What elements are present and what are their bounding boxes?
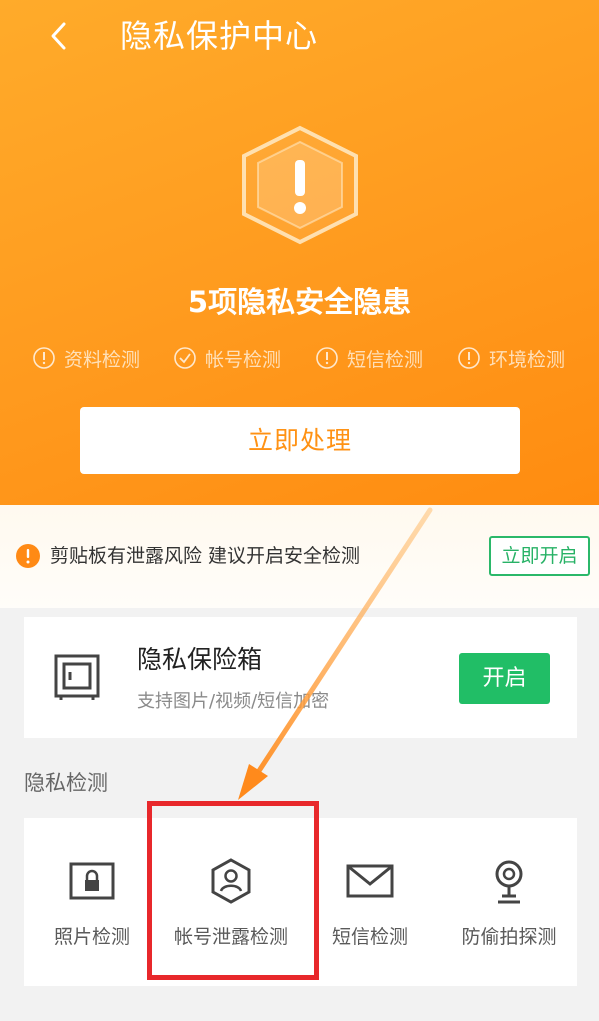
check-item-environment: 环境检测 <box>457 338 565 378</box>
tool-photo-check[interactable]: 照片检测 <box>17 856 167 966</box>
check-item-sms: 短信检测 <box>315 338 423 378</box>
check-label: 帐号检测 <box>205 348 282 371</box>
title-bar: 隐私保护中心 <box>0 0 599 72</box>
check-label: 环境检测 <box>489 348 566 371</box>
check-label: 资料检测 <box>64 348 141 371</box>
check-item-account: 帐号检测 <box>173 338 281 378</box>
handle-now-button[interactable]: 立即处理 <box>80 407 520 474</box>
check-status-row: 资料检测 帐号检测 短信检测 环境检测 <box>28 338 588 378</box>
photo-lock-icon <box>69 862 115 900</box>
check-item-profile: 资料检测 <box>32 338 140 378</box>
check-label: 短信检测 <box>347 348 424 371</box>
page-title: 隐私保护中心 <box>120 17 319 55</box>
tool-hidden-camera-detect[interactable]: 防偷拍探测 <box>434 856 584 966</box>
vault-enable-button[interactable]: 开启 <box>459 653 550 704</box>
risk-count-headline: 5项隐私安全隐患 <box>187 285 412 319</box>
warning-shield-icon <box>242 125 358 245</box>
section-title-privacy-check: 隐私检测 <box>24 771 108 795</box>
annotation-highlight-box <box>147 801 319 980</box>
alert-circle-icon <box>316 347 338 369</box>
check-circle-icon <box>174 347 196 369</box>
back-button[interactable] <box>38 14 82 58</box>
chevron-left-icon <box>51 22 66 50</box>
vault-title: 隐私保险箱 <box>137 645 263 674</box>
warning-icon <box>16 544 40 568</box>
alert-circle-icon <box>33 347 55 369</box>
safe-box-icon <box>54 654 100 700</box>
tool-label: 照片检测 <box>53 926 130 948</box>
tool-label: 防偷拍探测 <box>461 926 557 948</box>
clipboard-warning-text: 剪贴板有泄露风险 建议开启安全检测 <box>50 545 361 567</box>
vault-subtitle: 支持图片/视频/短信加密 <box>137 691 330 712</box>
camera-detect-icon <box>495 860 523 904</box>
enable-now-button[interactable]: 立即开启 <box>489 536 590 576</box>
alert-circle-icon <box>458 347 480 369</box>
envelope-icon <box>346 864 394 898</box>
